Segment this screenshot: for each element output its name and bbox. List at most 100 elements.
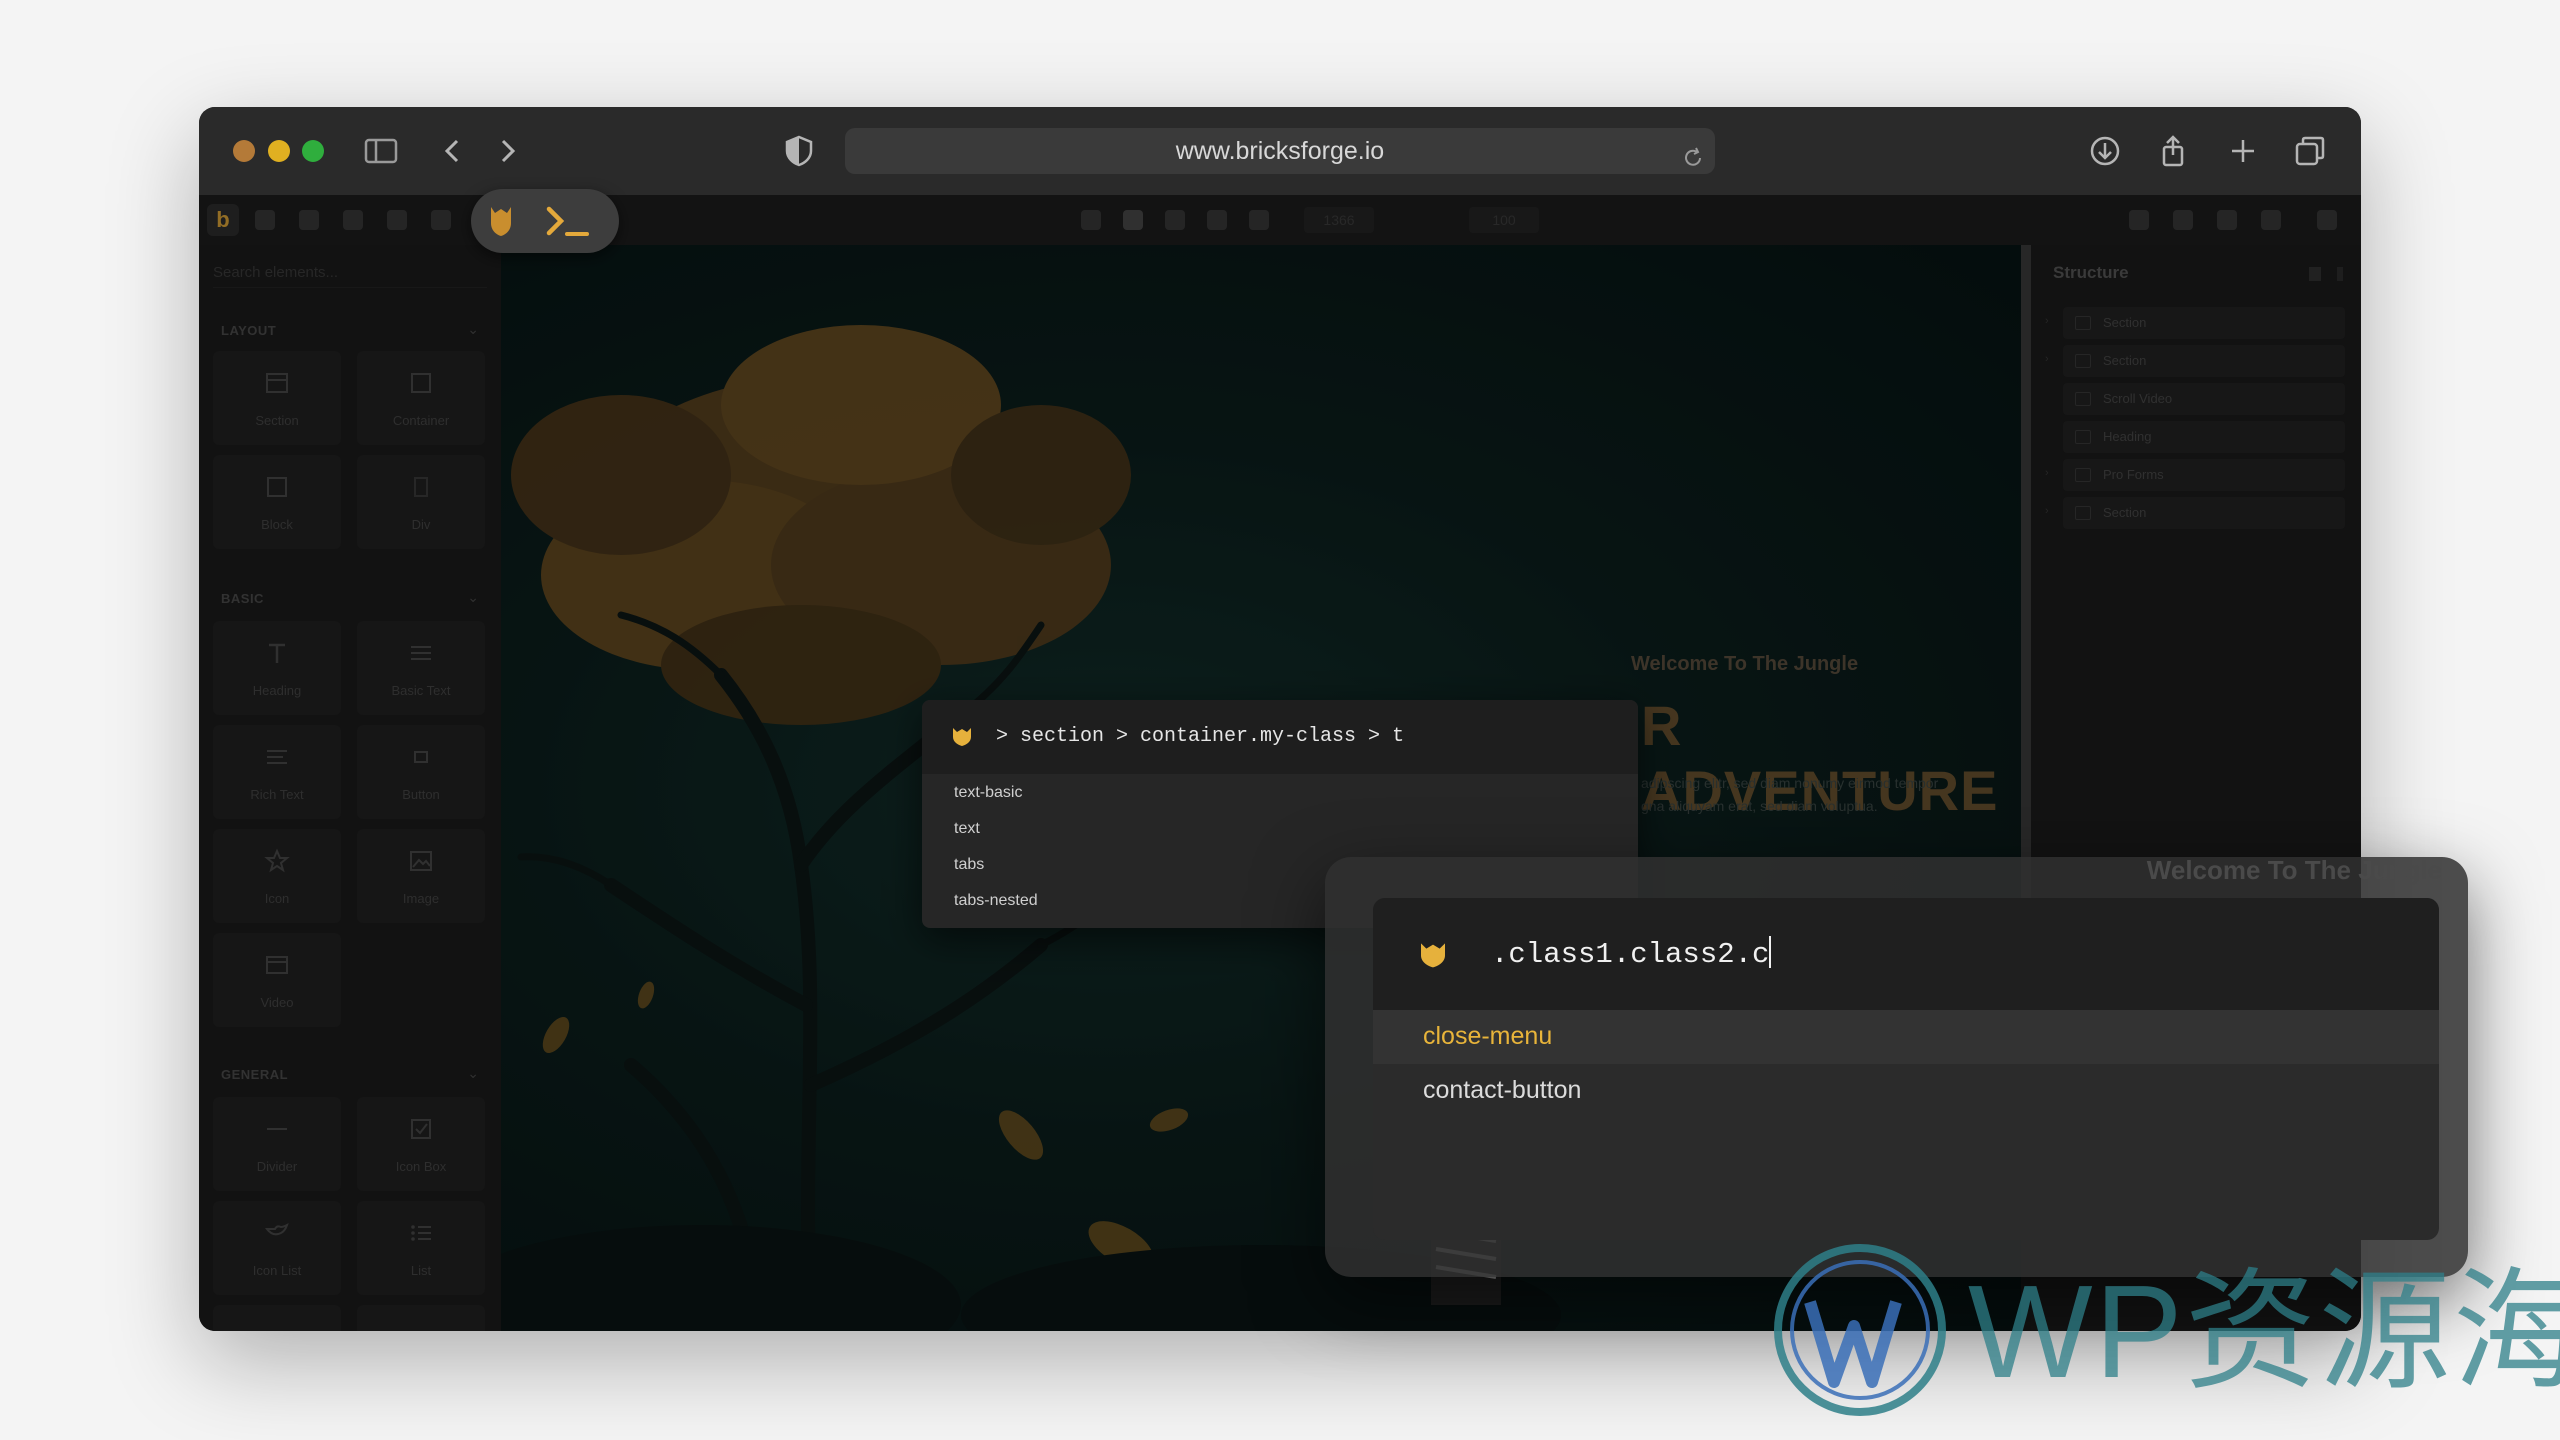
save-tool-icon[interactable] [2317, 210, 2337, 230]
element-label: Section [255, 413, 299, 428]
tab-overview-icon[interactable] [2292, 133, 2328, 169]
chevron-down-icon[interactable]: ⌄ [467, 321, 479, 338]
zoom-window-button[interactable] [302, 140, 324, 162]
element-label: Icon List [252, 1263, 302, 1278]
class-command-input[interactable]: .class1.class2.c [1373, 898, 2439, 1010]
section-icon [2075, 506, 2091, 520]
element-basic-text[interactable]: Basic Text [357, 621, 485, 715]
terminal-option[interactable]: tabs [954, 856, 984, 874]
preview-tool-icon[interactable] [2261, 210, 2281, 230]
structure-item[interactable]: Pro Forms [2063, 459, 2345, 491]
mobile-view-icon[interactable] [1249, 210, 1269, 230]
text-caret [1769, 936, 1772, 968]
back-icon[interactable] [435, 133, 471, 169]
desktop-view-icon[interactable] [1123, 210, 1143, 230]
watermark-text: WP资源海 [1968, 1258, 2560, 1405]
button-icon [407, 743, 435, 771]
class-command-query: .class1.class2.c [1491, 936, 1772, 971]
privacy-shield-icon[interactable] [781, 133, 817, 169]
element-placeholder[interactable] [357, 1305, 485, 1331]
tablet-view-icon[interactable] [1165, 210, 1185, 230]
category-basic[interactable]: BASIC [221, 591, 264, 606]
more-icon[interactable] [2337, 267, 2343, 281]
element-label: Div [411, 517, 431, 532]
element-icon-box[interactable]: Icon Box [357, 1097, 485, 1191]
structure-tool-icon[interactable] [2129, 210, 2149, 230]
structure-item[interactable]: Heading [2063, 421, 2345, 453]
wordpress-tool-icon[interactable] [2217, 210, 2237, 230]
element-label: Block [261, 517, 293, 532]
structure-item[interactable]: Section [2063, 307, 2345, 339]
settings-tool-icon[interactable] [431, 210, 451, 230]
element-video[interactable]: Video [213, 933, 341, 1027]
category-general[interactable]: GENERAL [221, 1067, 288, 1082]
share-icon[interactable] [2155, 133, 2191, 169]
chevron-right-icon[interactable]: › [2045, 353, 2049, 365]
list-icon [407, 1219, 435, 1247]
block-icon [263, 473, 291, 501]
terminal-prompt-icon [546, 206, 565, 236]
forward-icon[interactable] [489, 133, 525, 169]
close-window-button[interactable] [233, 140, 255, 162]
sidebar-toggle-icon[interactable] [363, 133, 399, 169]
canvas-paragraph-line[interactable]: gna aliquyam erat, sed diam voluptua. [1641, 798, 1878, 814]
bricksforge-terminal-pill[interactable] [471, 189, 619, 253]
terminal-query: > section > container.my-class > t [996, 725, 1405, 748]
chevron-down-icon[interactable]: ⌄ [467, 589, 479, 606]
browser-titlebar: www.bricksforge.io [199, 107, 2361, 195]
element-icon[interactable]: Icon [213, 829, 341, 923]
chevron-right-icon[interactable]: › [2045, 505, 2049, 517]
divider-icon [263, 1115, 291, 1143]
address-bar[interactable]: www.bricksforge.io [845, 128, 1715, 174]
chevron-down-icon[interactable]: ⌄ [467, 1065, 479, 1082]
elements-tool-icon[interactable] [255, 210, 275, 230]
element-placeholder[interactable] [213, 1305, 341, 1331]
canvas-welcome-text[interactable]: Welcome To The Jungle [1631, 653, 1858, 676]
element-button[interactable]: Button [357, 725, 485, 819]
terminal-option[interactable]: text [954, 820, 980, 838]
panel-tool-icon[interactable] [2173, 210, 2193, 230]
help-tool-icon[interactable] [299, 210, 319, 230]
structure-item[interactable]: Section [2063, 497, 2345, 529]
element-div[interactable]: Div [357, 455, 485, 549]
category-layout[interactable]: LAYOUT [221, 323, 276, 338]
canvas-zoom-field[interactable]: 100 [1469, 207, 1539, 233]
element-icon-list[interactable]: Icon List [213, 1201, 341, 1295]
element-rich-text[interactable]: Rich Text [213, 725, 341, 819]
structure-item[interactable]: Section [2063, 345, 2345, 377]
icon-box-icon [407, 1115, 435, 1143]
landscape-view-icon[interactable] [1207, 210, 1227, 230]
bricks-logo[interactable]: b [207, 204, 239, 236]
search-elements-input[interactable]: Search elements... [213, 259, 487, 288]
command-option[interactable]: contact-button [1423, 1076, 1581, 1105]
terminal-option[interactable]: tabs-nested [954, 892, 1038, 910]
chevron-right-icon[interactable]: › [2045, 315, 2049, 327]
basic-text-icon [407, 639, 435, 667]
video-icon [263, 951, 291, 979]
element-section[interactable]: Section [213, 351, 341, 445]
trash-icon[interactable] [2309, 267, 2321, 281]
refresh-tool-icon[interactable] [1081, 210, 1101, 230]
element-label: Video [260, 995, 294, 1010]
terminal-option[interactable]: text-basic [954, 784, 1022, 802]
element-label: Icon Box [395, 1159, 447, 1174]
reload-icon[interactable] [1681, 139, 1705, 166]
element-container[interactable]: Container [357, 351, 485, 445]
command-option-active[interactable]: close-menu [1423, 1022, 1552, 1051]
element-list[interactable]: List [357, 1201, 485, 1295]
element-divider[interactable]: Divider [213, 1097, 341, 1191]
element-heading[interactable]: Heading [213, 621, 341, 715]
downloads-icon[interactable] [2087, 133, 2123, 169]
canvas-paragraph-line[interactable]: adipscing elitr, sed diam nonumy eirmod … [1641, 775, 1938, 791]
element-image[interactable]: Image [357, 829, 485, 923]
history-tool-icon[interactable] [387, 210, 407, 230]
canvas-width-field[interactable]: 1366 [1304, 207, 1374, 233]
element-block[interactable]: Block [213, 455, 341, 549]
structure-item[interactable]: Scroll Video [2063, 383, 2345, 415]
div-icon [407, 473, 435, 501]
terminal-input[interactable]: > section > container.my-class > t [922, 700, 1638, 774]
minimize-window-button[interactable] [268, 140, 290, 162]
pages-tool-icon[interactable] [343, 210, 363, 230]
new-tab-icon[interactable] [2225, 133, 2261, 169]
chevron-right-icon[interactable]: › [2045, 467, 2049, 479]
